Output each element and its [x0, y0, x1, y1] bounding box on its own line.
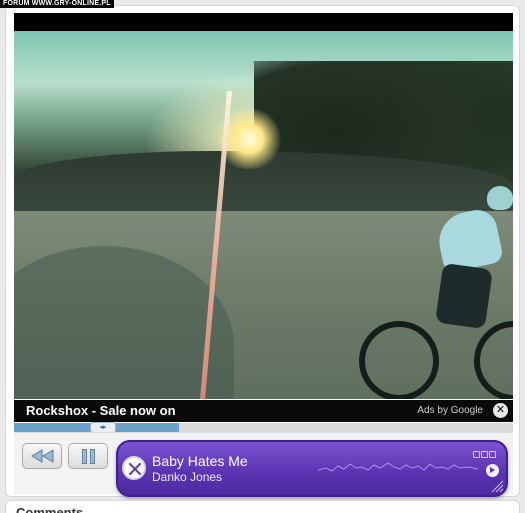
- close-icon[interactable]: [122, 456, 146, 480]
- rewind-button[interactable]: [22, 443, 62, 469]
- pause-icon: [82, 449, 96, 464]
- now-playing-widget[interactable]: Baby Hates Me Danko Jones: [116, 440, 508, 497]
- ad-attribution[interactable]: Ads by Google: [417, 405, 483, 416]
- pause-button[interactable]: [68, 443, 108, 469]
- video-player: Rockshox - Sale now on Ads by Google ✕ ◂…: [5, 5, 520, 497]
- video-frame[interactable]: [14, 31, 513, 399]
- window-buttons[interactable]: [472, 445, 498, 458]
- resize-grip-icon[interactable]: [490, 479, 504, 493]
- player-top-bar: [14, 13, 513, 31]
- rewind-icon: [31, 449, 54, 463]
- waveform-graphic: [318, 462, 478, 472]
- track-artist: Danko Jones: [152, 470, 223, 484]
- bmx-rider: [409, 186, 513, 386]
- comments-panel: Comments: [5, 500, 520, 513]
- comments-title: Comments: [16, 505, 84, 513]
- ad-close-icon[interactable]: ✕: [493, 403, 508, 418]
- track-title: Baby Hates Me: [152, 453, 248, 469]
- progress-bar[interactable]: ◂▸: [14, 422, 513, 433]
- site-watermark: FORUM WWW.GRY-ONLINE.PL: [0, 0, 114, 8]
- next-arrow-icon[interactable]: [486, 464, 499, 477]
- ad-banner[interactable]: Rockshox - Sale now on Ads by Google ✕: [14, 400, 513, 422]
- ad-title[interactable]: Rockshox - Sale now on: [26, 403, 176, 418]
